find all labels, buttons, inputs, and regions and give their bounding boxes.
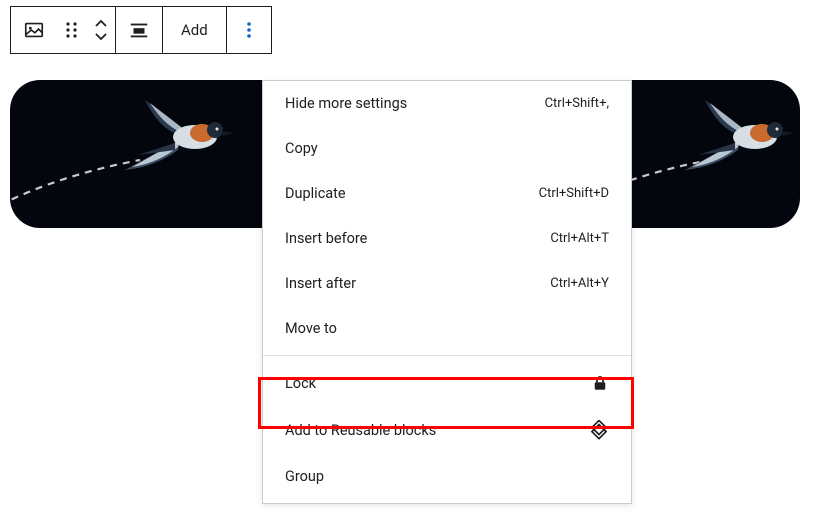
menu-item-shortcut: Ctrl+Alt+T: [550, 231, 609, 246]
menu-add-reusable[interactable]: Add to Reusable blocks: [263, 406, 631, 454]
chevron-down-icon: [93, 30, 109, 42]
menu-insert-after[interactable]: Insert after Ctrl+Alt+Y: [263, 261, 631, 306]
menu-item-label: Insert before: [285, 230, 367, 247]
menu-item-shortcut: Ctrl+Shift+,: [545, 96, 609, 111]
block-type-button[interactable]: [11, 7, 57, 53]
menu-item-label: Duplicate: [285, 185, 346, 202]
toolbar-group-align: [116, 7, 163, 53]
reusable-icon: [589, 420, 609, 440]
more-vertical-icon: [239, 20, 259, 40]
menu-item-label: Group: [285, 468, 324, 485]
block-toolbar: Add: [10, 6, 272, 54]
menu-hide-more-settings[interactable]: Hide more settings Ctrl+Shift+,: [263, 81, 631, 126]
bird-right: [680, 95, 800, 190]
menu-copy[interactable]: Copy: [263, 126, 631, 171]
menu-item-label: Move to: [285, 320, 337, 337]
menu-lock[interactable]: Lock: [263, 360, 631, 406]
align-button[interactable]: [116, 7, 162, 53]
image-icon: [23, 19, 45, 41]
menu-duplicate[interactable]: Duplicate Ctrl+Shift+D: [263, 171, 631, 216]
toolbar-group-add: Add: [163, 7, 227, 53]
menu-item-label: Insert after: [285, 275, 356, 292]
toolbar-group-more: [227, 7, 271, 53]
menu-item-shortcut: Ctrl+Shift+D: [539, 186, 609, 201]
block-options-menu: Hide more settings Ctrl+Shift+, Copy Dup…: [262, 80, 632, 504]
menu-item-label: Lock: [285, 375, 316, 392]
align-icon: [128, 19, 150, 41]
toolbar-group-block: [11, 7, 116, 53]
more-options-button[interactable]: [227, 7, 271, 53]
move-arrows[interactable]: [87, 7, 115, 53]
menu-insert-before[interactable]: Insert before Ctrl+Alt+T: [263, 216, 631, 261]
menu-move-to[interactable]: Move to: [263, 306, 631, 351]
bird-left: [120, 95, 250, 190]
menu-item-label: Copy: [285, 140, 318, 157]
add-button[interactable]: Add: [163, 7, 226, 53]
menu-separator: [263, 355, 631, 356]
drag-handle[interactable]: [57, 7, 87, 53]
menu-group[interactable]: Group: [263, 454, 631, 499]
lock-icon: [591, 374, 609, 392]
add-label: Add: [181, 21, 208, 39]
drag-icon: [65, 21, 79, 39]
chevron-up-icon: [93, 18, 109, 30]
menu-item-label: Add to Reusable blocks: [285, 422, 436, 439]
menu-item-shortcut: Ctrl+Alt+Y: [550, 276, 609, 291]
menu-item-label: Hide more settings: [285, 95, 407, 112]
